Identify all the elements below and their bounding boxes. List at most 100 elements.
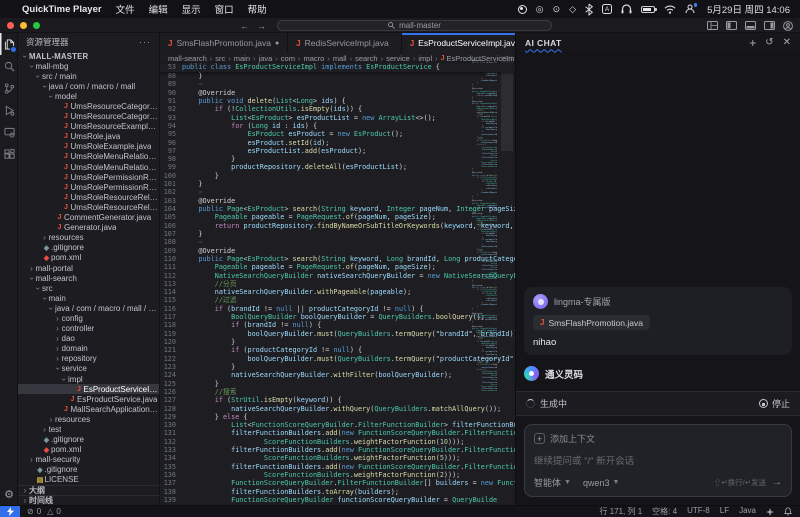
code-line[interactable]: 91 public void delete(List<Long> ids) { xyxy=(160,97,515,105)
code-line[interactable]: 123 } xyxy=(160,363,515,371)
tree-item[interactable]: ›dao xyxy=(18,334,159,344)
tree-item[interactable]: JEsProductServiceImpl.java xyxy=(18,384,159,394)
tree-item[interactable]: JUmsRole.java xyxy=(18,132,159,142)
toggle-panel-icon[interactable] xyxy=(745,21,756,30)
code-line[interactable]: 122 boolQueryBuilder.must(QueryBuilders.… xyxy=(160,355,515,363)
toggle-sidebar-icon[interactable] xyxy=(726,21,737,30)
code-line[interactable]: 111 Pageable pageable = PageRequest.of(p… xyxy=(160,263,515,271)
headphones-icon[interactable] xyxy=(621,4,632,14)
statusbar-item[interactable]: 行 171, 列 1 xyxy=(599,506,642,517)
code-line[interactable]: 89 ⋯ xyxy=(160,80,515,88)
code-line[interactable]: 130 List<FunctionScoreQueryBuilder.Filte… xyxy=(160,421,515,429)
code-line[interactable]: 139 FunctionScoreQueryBuilder functionSc… xyxy=(160,496,515,504)
tree-item[interactable]: ›mall-search xyxy=(18,273,159,283)
statusbar-item[interactable]: Java xyxy=(739,506,756,517)
tree-item[interactable]: ›impl xyxy=(18,374,159,384)
tree-item[interactable]: JCommentGenerator.java xyxy=(18,213,159,223)
tree-item[interactable]: ›repository xyxy=(18,354,159,364)
maximize-window-button[interactable] xyxy=(33,22,40,29)
sidebar-section-大纲[interactable]: ›大纲 xyxy=(18,485,159,495)
tree-item[interactable]: JUmsRoleMenuRelationExample.java xyxy=(18,162,159,172)
activity-remote-explorer-button[interactable] xyxy=(0,121,18,143)
tree-item[interactable]: ›mall-portal xyxy=(18,263,159,273)
tree-item[interactable]: ›config xyxy=(18,313,159,323)
new-chat-icon[interactable]: + xyxy=(749,36,756,50)
breadcrumb-item[interactable]: search xyxy=(355,54,378,63)
settings-gear-icon[interactable]: ⚙ xyxy=(0,485,18,503)
code-line[interactable]: 95 EsProduct esProduct = new EsProduct()… xyxy=(160,130,515,138)
code-line[interactable]: 128 nativeSearchQueryBuilder.withQuery(Q… xyxy=(160,405,515,413)
code-line[interactable]: 104 public Page<EsProduct> search(String… xyxy=(160,205,515,213)
activity-extensions-button[interactable] xyxy=(0,143,18,165)
activity-run-debug-button[interactable] xyxy=(0,99,18,121)
tree-item[interactable]: ◆pom.xml xyxy=(18,253,159,263)
code-line[interactable]: 124 nativeSearchQueryBuilder.withFilter(… xyxy=(160,371,515,379)
add-context-button[interactable]: + 添加上下文 xyxy=(534,432,782,445)
problems-status[interactable]: ⊘ 0 △ 0 xyxy=(27,507,61,516)
code-line[interactable]: 118 if (brandId != null) { xyxy=(160,321,515,329)
tree-item[interactable]: JUmsRoleMenuRelation.java xyxy=(18,152,159,162)
tab-ai-chat[interactable]: AI CHAT xyxy=(525,38,562,48)
status-glyph-2-icon[interactable]: ⊙ xyxy=(553,5,561,14)
tree-item[interactable]: ◆pom.xml xyxy=(18,445,159,455)
code-line[interactable]: 110 public Page<EsProduct> search(String… xyxy=(160,255,515,263)
tree-item[interactable]: JUmsRoleResourceRelation.java xyxy=(18,192,159,202)
menu-文件[interactable]: 文件 xyxy=(116,5,135,16)
tree-item[interactable]: ›test xyxy=(18,424,159,434)
code-line[interactable]: 136 ScoreFunctionBuilders.weightFactorFu… xyxy=(160,471,515,479)
code-line[interactable]: 131 filterFunctionBuilders.add(new Funct… xyxy=(160,429,515,437)
code-line[interactable]: 112 NativeSearchQueryBuilder nativeSearc… xyxy=(160,272,515,280)
code-line[interactable]: 129 } else { xyxy=(160,413,515,421)
tree-item[interactable]: JUmsResourceCategoryExample.java xyxy=(18,112,159,122)
tree-item[interactable]: JUmsRolePermissionRelation.java xyxy=(18,172,159,182)
editor-tab[interactable]: J SmsFlashPromotion.java ● xyxy=(160,33,288,53)
code-line[interactable]: 117 BoolQueryBuilder boolQueryBuilder = … xyxy=(160,313,515,321)
code-line[interactable]: 109 @Override xyxy=(160,247,515,255)
code-line[interactable]: 113 //分页 xyxy=(160,280,515,288)
history-forward-button[interactable]: → xyxy=(257,21,266,31)
close-window-button[interactable] xyxy=(7,22,14,29)
code-line[interactable]: 114 nativeSearchQueryBuilder.withPageabl… xyxy=(160,288,515,296)
active-app-name[interactable]: QuickTime Player xyxy=(22,4,102,15)
tree-item[interactable]: JUmsResourceCategory.java xyxy=(18,101,159,111)
code-line[interactable]: 108 ⋯ xyxy=(160,238,515,246)
chat-input-placeholder[interactable]: 继续提问或 "/" 新开会话 xyxy=(534,453,782,467)
bluetooth-icon[interactable] xyxy=(585,4,593,15)
user-switch-icon[interactable] xyxy=(685,4,695,14)
code-line[interactable]: 105 Pageable pageable = PageRequest.of(p… xyxy=(160,213,515,221)
breadcrumb-item[interactable]: src xyxy=(215,54,225,63)
tree-item[interactable]: ›src / main xyxy=(18,71,159,81)
tree-item[interactable]: ◆.gitignore xyxy=(18,465,159,475)
menu-帮助[interactable]: 帮助 xyxy=(248,5,267,16)
attached-file-chip[interactable]: J SmsFlashPromotion.java xyxy=(533,315,650,330)
activity-source-control-button[interactable] xyxy=(0,77,18,99)
code-line[interactable]: 126 //搜索 xyxy=(160,388,515,396)
code-line[interactable]: 138 filterFunctionBuilders.toArray(build… xyxy=(160,488,515,496)
agent-selector[interactable]: 智能体▼ xyxy=(534,476,571,489)
tree-item[interactable]: JUmsRoleExample.java xyxy=(18,142,159,152)
code-line[interactable]: 115 //过滤 xyxy=(160,296,515,304)
code-line[interactable]: 137 FunctionScoreQueryBuilder.FilterFunc… xyxy=(160,479,515,487)
menubar-clock[interactable]: 5月29日 周四 14:06 xyxy=(707,2,790,16)
stop-generating-button[interactable]: 停止 xyxy=(759,397,790,410)
tree-item[interactable]: ▤LICENSE xyxy=(18,475,159,485)
code-line[interactable]: 132 ScoreFunctionBuilders.weightFactorFu… xyxy=(160,438,515,446)
code-line[interactable]: 125 } xyxy=(160,380,515,388)
chat-input-box[interactable]: + 添加上下文 继续提问或 "/" 新开会话 智能体▼ qwen3▼ ⇧↵换行/… xyxy=(524,424,792,497)
editor-tab[interactable]: J RedisServiceImpl.java xyxy=(288,33,402,53)
tree-item[interactable]: ◆.gitignore xyxy=(18,435,159,445)
battery-icon[interactable] xyxy=(641,6,655,13)
code-line[interactable]: 133 filterFunctionBuilders.add(new Funct… xyxy=(160,446,515,454)
breadcrumb-item[interactable]: macro xyxy=(303,54,324,63)
tree-item[interactable]: ›service xyxy=(18,364,159,374)
code-line[interactable]: 96 esProduct.setId(id); xyxy=(160,139,515,147)
tree-item[interactable]: ›resources xyxy=(18,414,159,424)
code-line[interactable]: 120 } xyxy=(160,338,515,346)
code-line[interactable]: 127 if (StrUtil.isEmpty(keyword)) { xyxy=(160,396,515,404)
code-line[interactable]: 116 if (brandId != null || productCatego… xyxy=(160,305,515,313)
menu-编辑[interactable]: 编辑 xyxy=(149,5,168,16)
breadcrumb-item[interactable]: mall xyxy=(333,54,347,63)
code-line[interactable]: 92 if (!CollectionUtils.isEmpty(ids)) { xyxy=(160,105,515,113)
breadcrumb-item[interactable]: java xyxy=(259,54,273,63)
breadcrumb-item[interactable]: main xyxy=(234,54,250,63)
